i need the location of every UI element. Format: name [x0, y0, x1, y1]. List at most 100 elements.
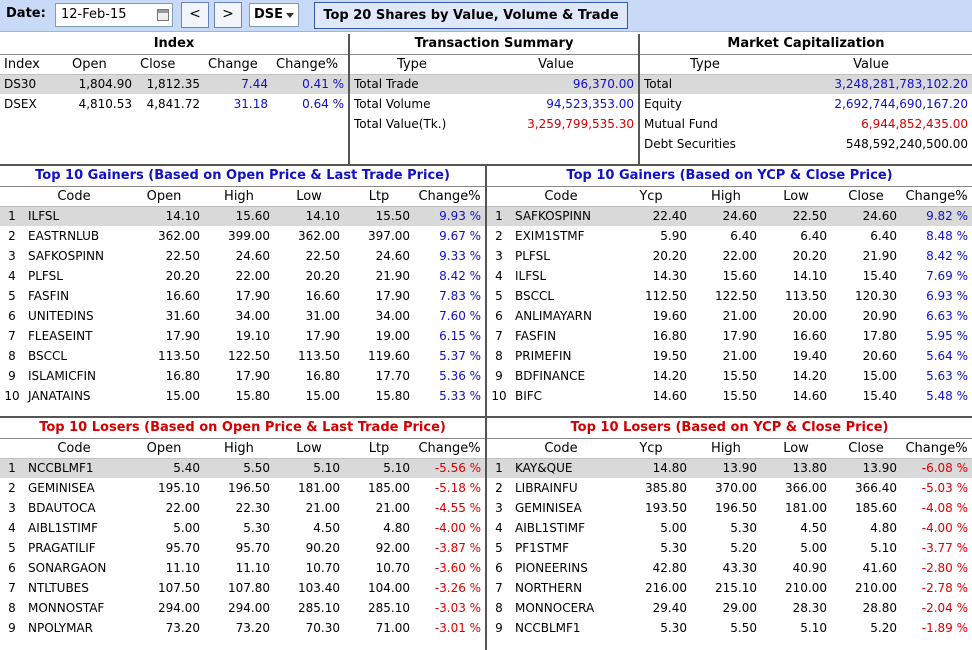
- table-row[interactable]: 3 BDAUTOCA 22.00 22.30 21.00 21.00 -4.55 %: [0, 498, 485, 518]
- price-cell: 20.20: [652, 249, 687, 263]
- gainers-ycp-table: Top 10 Gainers (Based on YCP & Close Pri…: [487, 166, 972, 406]
- price-cell: 15.00: [305, 389, 340, 403]
- table-row[interactable]: 6 ANLIMAYARN 19.60 21.00 20.00 20.90 6.63 %: [487, 306, 972, 326]
- table-row[interactable]: Total 3,248,281,783,102.20: [640, 74, 972, 94]
- price-cell: 90.20: [305, 541, 340, 555]
- price-cell: 5.10: [274, 458, 344, 478]
- date-input[interactable]: 12-Feb-15: [55, 3, 173, 27]
- table-row[interactable]: 2 GEMINISEA 195.10 196.50 181.00 185.00 -5.18 …: [0, 478, 485, 498]
- table-row[interactable]: 8 MONNOSTAF 294.00 294.00 285.10 285.10 -3.03 …: [0, 598, 485, 618]
- table-row[interactable]: Total Trade 96,370.00: [350, 74, 638, 94]
- table-row[interactable]: 5 PF1STMF 5.30 5.20 5.00 5.10 -3.77 %: [487, 538, 972, 558]
- price-cell: 14.10: [274, 206, 344, 226]
- price-cell: 21.90: [375, 269, 410, 283]
- price-cell: 17.90: [722, 329, 757, 343]
- rank-cell: 7: [495, 329, 503, 343]
- table-row[interactable]: DS30 1,804.90 1,812.35 7.44 0.41 %: [0, 74, 349, 94]
- table-row[interactable]: 3 SAFKOSPINN 22.50 24.60 22.50 24.60 9.33 %: [0, 246, 485, 266]
- table-row[interactable]: 7 NORTHERN 216.00 215.10 210.00 210.00 -2.78 %: [487, 578, 972, 598]
- change-cell: -3.01 %: [434, 621, 482, 635]
- rank-cell: 2: [8, 229, 16, 243]
- table-row[interactable]: 1 KAY&QUE 14.80 13.90 13.80 13.90 -6.08 %: [487, 458, 972, 478]
- table-row[interactable]: 10 BIFC 14.60 15.50 14.60 15.40 5.48 %: [487, 386, 972, 406]
- table-row[interactable]: 7 FLEASEINT 17.90 19.10 17.90 19.00 6.15 %: [0, 326, 485, 346]
- table-row[interactable]: 8 BSCCL 113.50 122.50 113.50 119.60 5.37 %: [0, 346, 485, 366]
- table-row[interactable]: 9 BDFINANCE 14.20 15.50 14.20 15.00 5.63 %: [487, 366, 972, 386]
- top20-shares-button[interactable]: Top 20 Shares by Value, Volume & Trade: [314, 2, 628, 29]
- rank-header: [0, 186, 24, 207]
- table-row[interactable]: 6 SONARGAON 11.10 11.10 10.70 10.70 -3.60 %: [0, 558, 485, 578]
- prev-date-button[interactable]: <: [181, 2, 209, 28]
- date-value: 12-Feb-15: [61, 7, 127, 22]
- rank-header: [487, 186, 511, 207]
- change-cell: 5.63 %: [926, 369, 969, 383]
- divider: [638, 34, 640, 164]
- price-cell: 22.50: [165, 249, 200, 263]
- table-row[interactable]: 6 PIONEERINS 42.80 43.30 40.90 41.60 -2.80 %: [487, 558, 972, 578]
- column-header: Low: [274, 186, 344, 207]
- table-row[interactable]: 5 PRAGATILIF 95.70 95.70 90.20 92.00 -3.87 %: [0, 538, 485, 558]
- table-row[interactable]: Total Volume 94,523,353.00: [350, 94, 638, 114]
- price-cell: 28.30: [792, 601, 827, 615]
- price-cell: 4.50: [800, 521, 827, 535]
- table-row[interactable]: Mutual Fund 6,944,852,435.00: [640, 114, 972, 134]
- table-row[interactable]: 7 FASFIN 16.80 17.90 16.60 17.80 5.95 %: [487, 326, 972, 346]
- table-row[interactable]: 8 PRIMEFIN 19.50 21.00 19.40 20.60 5.64 %: [487, 346, 972, 366]
- table-row[interactable]: 1 ILFSL 14.10 15.60 14.10 15.50 9.93 %: [0, 206, 486, 226]
- price-cell: 4.80: [870, 521, 897, 535]
- table-row[interactable]: 4 AIBL1STIMF 5.00 5.30 4.50 4.80 -4.00 %: [487, 518, 972, 538]
- price-cell: 21.00: [375, 501, 410, 515]
- change-cell: 5.64 %: [926, 349, 969, 363]
- price-cell: 17.90: [235, 369, 270, 383]
- table-row[interactable]: 2 LIBRAINFU 385.80 370.00 366.00 366.40 -5.03 …: [487, 478, 972, 498]
- change-cell: 8.42 %: [926, 249, 969, 263]
- price-cell: 11.10: [235, 561, 270, 575]
- rank-cell: 6: [495, 561, 503, 575]
- price-cell: 20.20: [165, 269, 200, 283]
- table-row[interactable]: 10 JANATAINS 15.00 15.80 15.00 15.80 5.33 %: [0, 386, 485, 406]
- calendar-icon[interactable]: [157, 9, 169, 21]
- table-row[interactable]: 8 MONNOCERA 29.40 29.00 28.30 28.80 -2.04 %: [487, 598, 972, 618]
- column-header: Change: [204, 54, 272, 75]
- price-cell: 17.90: [165, 329, 200, 343]
- code-cell: PLFSL: [515, 249, 550, 263]
- table-row[interactable]: 9 NCCBLMF1 5.30 5.50 5.10 5.20 -1.89 %: [487, 618, 972, 638]
- table-row[interactable]: 1 SAFKOSPINN 22.40 24.60 22.50 24.60 9.82 %: [487, 206, 972, 226]
- table-row[interactable]: 2 EXIM1STMF 5.90 6.40 6.40 6.40 8.48 %: [487, 226, 972, 246]
- next-date-button[interactable]: >: [214, 2, 242, 28]
- table-row[interactable]: 1 NCCBLMF1 5.40 5.50 5.10 5.10 -5.56 %: [0, 458, 486, 478]
- table-row[interactable]: 6 UNITEDINS 31.60 34.00 31.00 34.00 7.60 %: [0, 306, 485, 326]
- price-cell: 21.00: [305, 501, 340, 515]
- price-cell: 362.00: [298, 229, 340, 243]
- table-row[interactable]: 5 BSCCL 112.50 122.50 113.50 120.30 6.93 %: [487, 286, 972, 306]
- column-header: Change%: [414, 438, 486, 459]
- price-cell: 181.00: [298, 481, 340, 495]
- price-cell: 22.30: [235, 501, 270, 515]
- table-row[interactable]: 7 NTLTUBES 107.50 107.80 103.40 104.00 -3.26 %: [0, 578, 485, 598]
- table-row[interactable]: 2 EASTRNLUB 362.00 399.00 362.00 397.00 9.67 %: [0, 226, 485, 246]
- price-cell: 19.50: [652, 349, 687, 363]
- table-row[interactable]: 4 PLFSL 20.20 22.00 20.20 21.90 8.42 %: [0, 266, 485, 286]
- table-row[interactable]: 9 NPOLYMAR 73.20 73.20 70.30 71.00 -3.01 %: [0, 618, 485, 638]
- change-cell: -3.03 %: [434, 601, 482, 615]
- rank-cell: 5: [495, 541, 503, 555]
- table-row[interactable]: Debt Securities 548,592,240,500.00: [640, 134, 972, 154]
- code-cell: SONARGAON: [28, 561, 107, 575]
- exchange-select[interactable]: DSE: [249, 3, 299, 27]
- price-cell: 103.40: [298, 581, 340, 595]
- table-row[interactable]: DSEX 4,810.53 4,841.72 31.18 0.64 %: [0, 94, 348, 114]
- table-row[interactable]: 3 GEMINISEA 193.50 196.50 181.00 185.60 -4.08 …: [487, 498, 972, 518]
- table-row[interactable]: Total Value(Tk.) 3,259,799,535.30: [350, 114, 638, 134]
- table-row[interactable]: 4 ILFSL 14.30 15.60 14.10 15.40 7.69 %: [487, 266, 972, 286]
- transaction-summary-table: Transaction Summary Type Value Total Trade…: [350, 34, 638, 134]
- value-cell: 548,592,240,500.00: [845, 137, 968, 151]
- table-row[interactable]: Equity 2,692,744,690,167.20: [640, 94, 972, 114]
- table-row[interactable]: 9 ISLAMICFIN 16.80 17.90 16.80 17.70 5.36 %: [0, 366, 485, 386]
- price-cell: 5.00: [800, 541, 827, 555]
- gainers-open-table: Top 10 Gainers (Based on Open Price & La…: [0, 166, 486, 406]
- code-cell: PRAGATILIF: [28, 541, 96, 555]
- code-cell: JANATAINS: [28, 389, 91, 403]
- table-row[interactable]: 3 PLFSL 20.20 22.00 20.20 21.90 8.42 %: [487, 246, 972, 266]
- table-row[interactable]: 5 FASFIN 16.60 17.90 16.60 17.90 7.83 %: [0, 286, 485, 306]
- table-row[interactable]: 4 AIBL1STIMF 5.00 5.30 4.50 4.80 -4.00 %: [0, 518, 485, 538]
